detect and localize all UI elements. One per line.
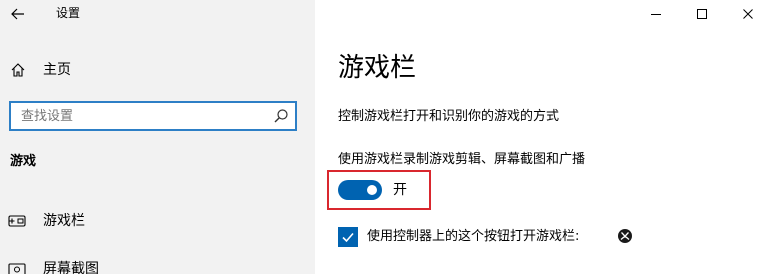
maximize-icon [697, 9, 707, 19]
back-arrow-icon [11, 8, 24, 20]
home-icon [11, 63, 25, 77]
page-description: 控制游戏栏打开和识别你的游戏的方式 [338, 109, 560, 124]
toggle-state-label: 开 [393, 182, 407, 198]
settings-window: 设置 主页 游戏 游戏栏 [0, 0, 771, 274]
sidebar-item-label: 屏幕截图 [43, 261, 99, 274]
main-content: 游戏栏 控制游戏栏打开和识别你的游戏的方式 使用游戏栏录制游戏剪辑、屏幕截图和广… [315, 0, 771, 274]
page-title: 游戏栏 [338, 53, 417, 83]
close-button[interactable] [725, 0, 771, 28]
sidebar-item-label: 主页 [43, 62, 71, 78]
search-input[interactable] [21, 106, 261, 126]
record-setting-label: 使用游戏栏录制游戏剪辑、屏幕截图和广播 [338, 152, 586, 167]
sidebar-item-home[interactable]: 主页 [0, 56, 315, 84]
sidebar-item-captures[interactable]: 屏幕截图 [0, 254, 315, 274]
close-icon [743, 9, 753, 19]
controller-button-checkbox[interactable] [338, 227, 358, 247]
search-box[interactable] [9, 101, 297, 131]
section-header-gaming: 游戏 [10, 154, 37, 169]
checkmark-icon [342, 232, 354, 243]
back-button[interactable] [0, 0, 36, 28]
minimize-button[interactable] [633, 0, 679, 28]
sidebar-item-game-bar[interactable]: 游戏栏 [0, 206, 315, 236]
sidebar-item-label: 游戏栏 [43, 213, 85, 229]
controller-button-label: 使用控制器上的这个按钮打开游戏栏: [367, 229, 580, 244]
record-toggle[interactable] [338, 180, 382, 200]
toggle-knob [367, 185, 377, 195]
maximize-button[interactable] [679, 0, 725, 28]
capture-icon [8, 263, 26, 274]
xbox-icon [618, 229, 632, 243]
sidebar: 设置 主页 游戏 游戏栏 [0, 0, 315, 274]
window-controls [633, 0, 771, 28]
minimize-icon [651, 14, 661, 15]
app-title: 设置 [56, 6, 81, 20]
game-bar-icon [8, 215, 26, 227]
search-icon[interactable] [273, 108, 289, 124]
